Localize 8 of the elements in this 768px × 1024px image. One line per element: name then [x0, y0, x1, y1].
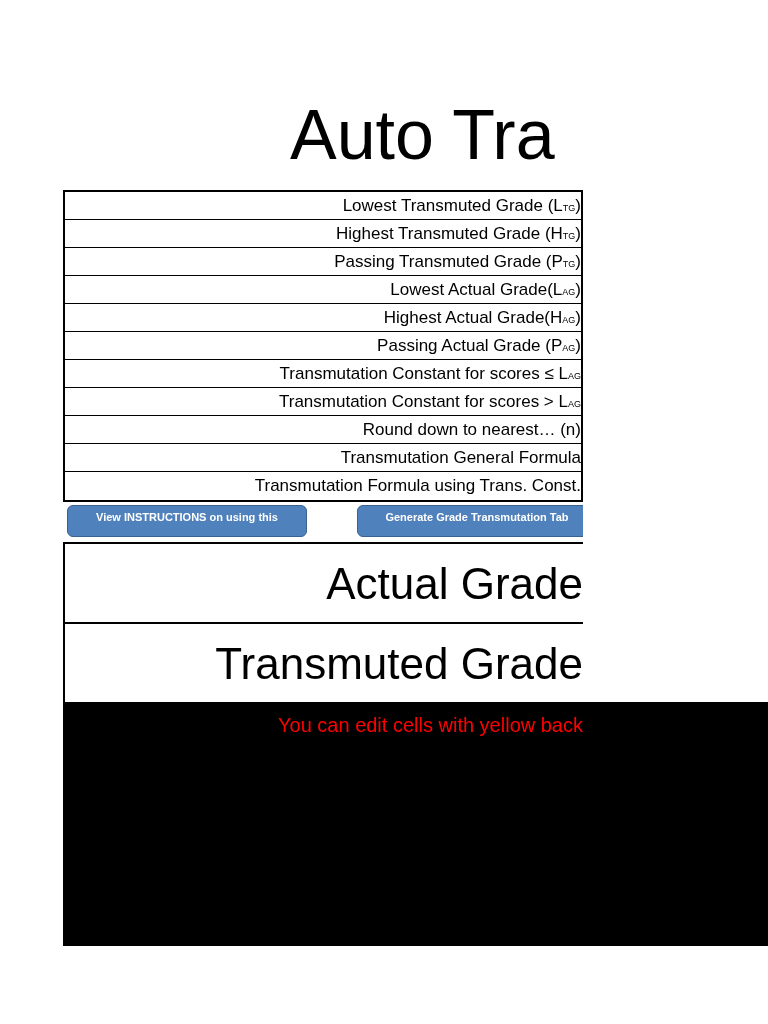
- parameter-label: Round down to nearest… (n): [65, 416, 581, 444]
- generate-button[interactable]: Generate Grade Transmutation Tab: [357, 505, 583, 537]
- sheet-title: Auto Tra: [289, 95, 556, 176]
- parameter-label: Transmutation Formula using Trans. Const.: [253, 475, 581, 497]
- edit-note: You can edit cells with yellow back: [277, 713, 583, 738]
- instructions-button[interactable]: View INSTRUCTIONS on using this: [67, 505, 307, 537]
- grade-label: Actual Grade: [63, 542, 583, 622]
- parameter-label: Transmutation General Formula: [65, 444, 581, 472]
